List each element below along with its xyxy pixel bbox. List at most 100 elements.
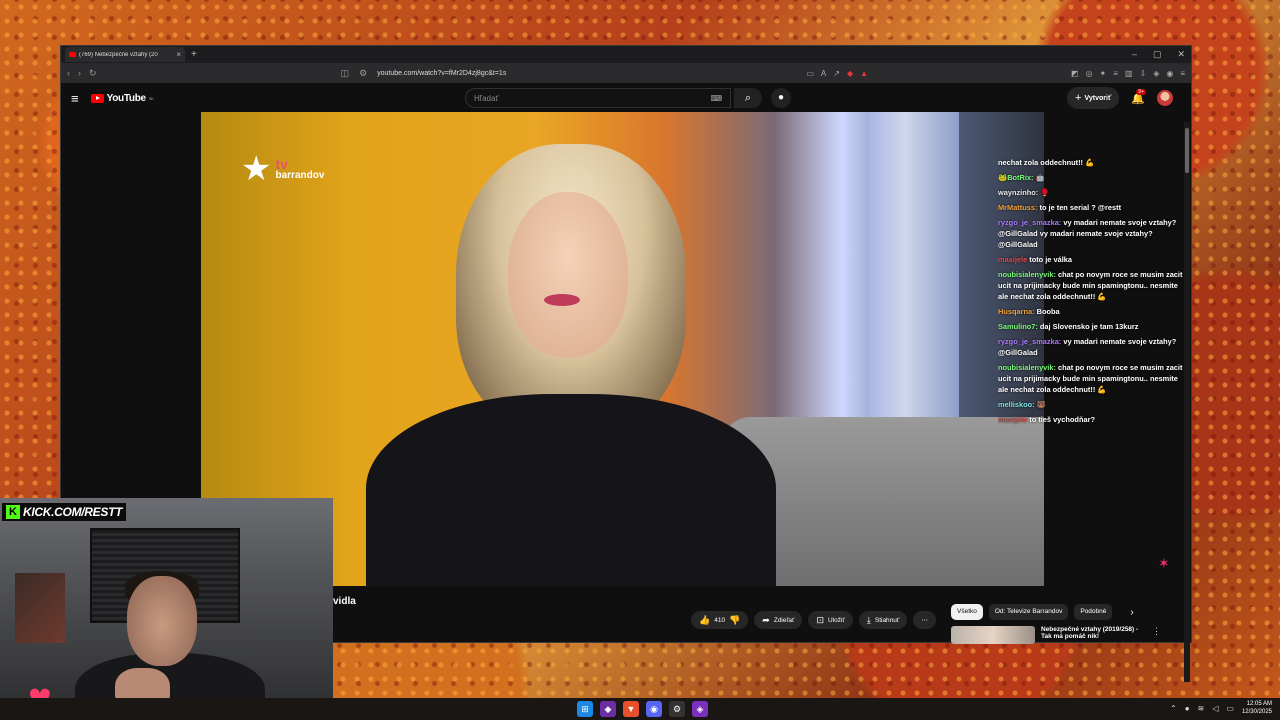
chat-message: ryzgo_je_smazka: vy madari nemate svoje … [998, 217, 1188, 250]
tv-barrandov-logo: ★ tv barrandov [241, 152, 324, 186]
chat-username[interactable]: noubisialenyvik: [998, 270, 1056, 279]
chat-text: toto je válka [1029, 255, 1072, 264]
chip-all[interactable]: Všetko [951, 604, 983, 620]
chat-message: maxijele to tieš vychodňar? [998, 414, 1188, 425]
brave-shield-icon[interactable]: ◆ [847, 69, 853, 78]
keyboard-icon[interactable]: ⌨ [710, 94, 722, 103]
chat-message: noubisialenyvik: chat po novym roce se m… [998, 269, 1188, 302]
chat-username[interactable]: ryzgo_je_smazka: [998, 218, 1061, 227]
chat-username[interactable]: 🐸BotRix: [998, 173, 1033, 182]
search-input[interactable]: Hľadať ⌨ [465, 88, 731, 108]
kebab-menu-icon[interactable]: ⋮ [1152, 626, 1161, 644]
chat-username[interactable]: MrMattuss: [998, 203, 1037, 212]
sidebar-icon[interactable]: ▥ [1125, 69, 1133, 78]
recommendation-chips: Všetko Od: Televize Barrandov Podobné › [951, 604, 1134, 620]
maximize-button[interactable]: ▢ [1153, 46, 1162, 63]
extension-icon[interactable]: ◎ [1086, 69, 1093, 78]
thumbs-up-icon: 👍 [699, 614, 711, 625]
vpn-icon[interactable]: ◉ [1166, 69, 1173, 78]
tab-strip: (769) Nebezpečné vztahy (20 × + – ▢ ✕ [61, 46, 1191, 63]
chat-text: to je ten serial ? @restt [1039, 203, 1122, 212]
tab-close-icon[interactable]: × [176, 50, 181, 59]
streaming-app-icon[interactable]: ◈ [692, 701, 708, 717]
volume-icon[interactable]: ◁ [1212, 704, 1218, 713]
wifi-icon[interactable]: ≋ [1198, 704, 1205, 713]
new-tab-button[interactable]: + [191, 49, 197, 60]
back-icon[interactable]: ‹ [67, 68, 70, 78]
chat-username[interactable]: maxijele [998, 255, 1027, 264]
studio-light [869, 112, 959, 442]
guest-figure [366, 144, 776, 586]
recommended-title[interactable]: Nebezpečné vztahy (2019/258) - Tak má po… [1041, 626, 1146, 644]
chat-message: maxijele toto je válka [998, 254, 1188, 265]
streamer-face [127, 576, 197, 666]
chat-username[interactable]: Samulino7: [998, 322, 1038, 331]
chat-username[interactable]: Husqarna: [998, 307, 1035, 316]
bookmark-icon[interactable]: ◫ [341, 68, 350, 79]
plus-icon: + [1075, 92, 1082, 104]
chat-text: to tieš vychodňar? [1029, 415, 1095, 424]
more-actions-button[interactable]: ⋯ [913, 611, 936, 629]
microphone-icon: ● [777, 92, 785, 103]
brave-browser-icon[interactable]: ▼ [623, 701, 639, 717]
share-page-icon[interactable]: ↗ [833, 69, 840, 78]
chat-username[interactable]: ryzgo_je_smazka: [998, 337, 1061, 346]
site-info-icon[interactable]: ⚙ [359, 68, 367, 79]
search-button[interactable]: ⌕ [734, 88, 762, 108]
like-button[interactable]: 👍 410 👎 [691, 611, 749, 629]
chip-related[interactable]: Podobné [1074, 604, 1113, 620]
tray-chevron-icon[interactable]: ⌃ [1170, 704, 1177, 713]
recommended-video[interactable]: Nebezpečné vztahy (2019/258) - Tak má po… [951, 626, 1161, 644]
share-icon: ➦ [762, 614, 770, 625]
page-actions: ▭ A ↗ ◆ ▲ [806, 69, 868, 78]
cast-icon[interactable]: ▭ [806, 69, 814, 78]
download-button[interactable]: ⤓ Stiahnuť [858, 611, 908, 629]
youtube-logo[interactable]: YouTube SK [90, 93, 154, 104]
wallet-icon[interactable]: ◈ [1153, 69, 1159, 78]
close-window-button[interactable]: ✕ [1177, 46, 1185, 63]
kick-banner: K KICK.COM/RESTT [2, 503, 127, 521]
battery-icon[interactable]: ▭ [1226, 704, 1234, 713]
chevron-right-icon[interactable]: › [1130, 607, 1133, 618]
chat-username[interactable]: waynzinho: [998, 188, 1038, 197]
thumbs-down-icon[interactable]: 👎 [729, 615, 740, 626]
chat-username[interactable]: melliskoo: [998, 400, 1035, 409]
hamburger-menu-icon[interactable]: ≡ [71, 91, 79, 106]
save-button[interactable]: ⊡ Uložiť [808, 611, 853, 629]
avatar[interactable] [1157, 90, 1173, 106]
header-actions: + Vytvoriť 🔔 9+ [1067, 87, 1173, 109]
voice-search-button[interactable]: ● [771, 88, 791, 108]
rewards-icon[interactable]: ▲ [860, 69, 868, 78]
playlist-icon[interactable]: ≡ [1113, 69, 1118, 78]
chat-message: noubisialenyvik: chat po novym roce se m… [998, 362, 1188, 395]
app-icon[interactable]: ◆ [600, 701, 616, 717]
clock[interactable]: 12:05 AM 12/30/2025 [1242, 700, 1272, 716]
create-button[interactable]: + Vytvoriť [1067, 87, 1120, 109]
youtube-play-icon [90, 93, 104, 103]
browser-menu-icon[interactable]: ≡ [1180, 69, 1185, 78]
share-button[interactable]: ➦ Zdieľať [754, 611, 803, 629]
microphone-tray-icon[interactable]: ● [1185, 704, 1190, 713]
extension-icon[interactable]: ◩ [1071, 69, 1079, 78]
chip-from-channel[interactable]: Od: Televize Barrandov [988, 604, 1069, 620]
chat-text: Booba [1036, 307, 1060, 316]
extensions-puzzle-icon[interactable]: ✦ [1100, 69, 1107, 78]
windows-start-icon[interactable]: ⊞ [577, 701, 593, 717]
discord-icon[interactable]: ◉ [646, 701, 662, 717]
url-field[interactable]: ◫ ⚙ youtube.com/watch?v=fMr2D4zj8gc&t=1s [341, 68, 507, 79]
settings-app-icon[interactable]: ⚙ [669, 701, 685, 717]
url-text[interactable]: youtube.com/watch?v=fMr2D4zj8gc&t=1s [377, 70, 506, 77]
reload-icon[interactable]: ↻ [89, 68, 97, 79]
minimize-button[interactable]: – [1132, 46, 1137, 63]
recommended-thumbnail[interactable] [951, 626, 1035, 644]
youtube-favicon-icon [69, 52, 76, 57]
chat-username[interactable]: maxijele [998, 415, 1027, 424]
forward-icon[interactable]: › [78, 68, 81, 78]
translate-icon[interactable]: A [821, 69, 826, 78]
notifications-button[interactable]: 🔔 9+ [1131, 88, 1146, 105]
chat-username[interactable]: noubisialenyvik: [998, 363, 1056, 372]
browser-tab[interactable]: (769) Nebezpečné vztahy (20 × [65, 47, 185, 62]
guest-lips [544, 294, 580, 306]
taskbar-apps: ⊞ ◆ ▼ ◉ ⚙ ◈ [577, 701, 708, 717]
downloads-icon[interactable]: ⇩ [1139, 69, 1146, 78]
